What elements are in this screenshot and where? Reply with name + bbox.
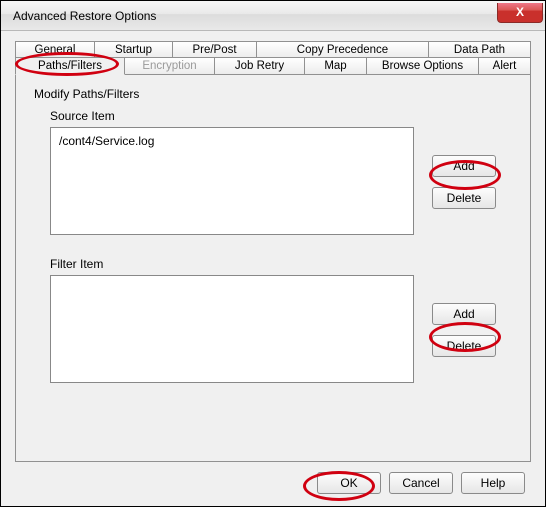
window-title: Advanced Restore Options — [13, 9, 156, 23]
tab-prepost[interactable]: Pre/Post — [173, 41, 257, 58]
filter-item-list[interactable] — [50, 275, 414, 383]
tab-browse-options[interactable]: Browse Options — [367, 57, 479, 75]
dialog-content: General Startup Pre/Post Copy Precedence… — [1, 31, 545, 506]
dialog-footer: OK Cancel Help — [317, 472, 525, 494]
tab-copy-precedence[interactable]: Copy Precedence — [257, 41, 429, 58]
list-item[interactable]: /cont4/Service.log — [59, 134, 405, 148]
tab-data-path[interactable]: Data Path — [429, 41, 531, 58]
cancel-button[interactable]: Cancel — [389, 472, 453, 494]
filter-item-label: Filter Item — [50, 257, 512, 271]
tab-row-1: General Startup Pre/Post Copy Precedence… — [15, 41, 531, 58]
source-add-button[interactable]: Add — [432, 155, 496, 177]
tab-general[interactable]: General — [15, 41, 95, 58]
help-button[interactable]: Help — [461, 472, 525, 494]
tab-paths-filters[interactable]: Paths/Filters — [15, 57, 125, 75]
tab-alert[interactable]: Alert — [479, 57, 531, 75]
panel-heading: Modify Paths/Filters — [34, 87, 512, 101]
filter-delete-button[interactable]: Delete — [432, 335, 496, 357]
title-bar: Advanced Restore Options X — [1, 1, 545, 31]
tab-encryption: Encryption — [125, 57, 215, 75]
ok-button[interactable]: OK — [317, 472, 381, 494]
filter-add-button[interactable]: Add — [432, 303, 496, 325]
tab-startup[interactable]: Startup — [95, 41, 173, 58]
source-item-label: Source Item — [50, 109, 512, 123]
source-delete-button[interactable]: Delete — [432, 187, 496, 209]
tab-job-retry[interactable]: Job Retry — [215, 57, 305, 75]
source-item-list[interactable]: /cont4/Service.log — [50, 127, 414, 235]
tab-map[interactable]: Map — [305, 57, 367, 75]
tab-row-2: Paths/Filters Encryption Job Retry Map B… — [15, 57, 531, 75]
tab-panel-paths-filters: Modify Paths/Filters Source Item /cont4/… — [15, 74, 531, 462]
close-button[interactable]: X — [497, 3, 543, 23]
